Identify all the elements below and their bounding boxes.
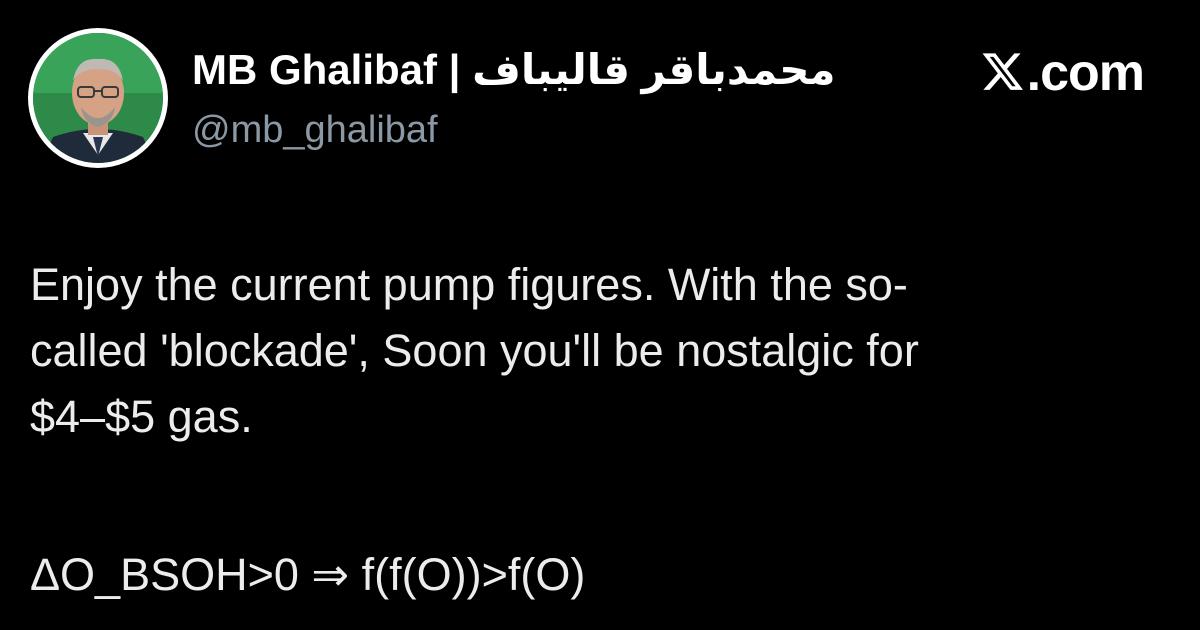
profile-photo — [33, 33, 163, 163]
brand-logo: .com — [981, 44, 1145, 102]
post-line: $4–$5 gas. — [30, 391, 253, 442]
avatar[interactable] — [28, 28, 168, 168]
brand-domain-text: .com — [1026, 44, 1145, 102]
post-line: Enjoy the current pump figures. With the… — [30, 259, 908, 310]
x-logo-icon — [981, 52, 1025, 94]
author-display-name[interactable]: MB Ghalibaf | محمدباقر قالیباف — [192, 46, 836, 94]
author-handle[interactable]: @mb_ghalibaf — [192, 108, 438, 152]
post-line: called 'blockade', Soon you'll be nostal… — [30, 325, 919, 376]
post-body: Enjoy the current pump figures. With the… — [30, 252, 1150, 450]
post-formula: ΔO_BSOH>0 ⇒ f(f(O))>f(O) — [30, 549, 586, 600]
